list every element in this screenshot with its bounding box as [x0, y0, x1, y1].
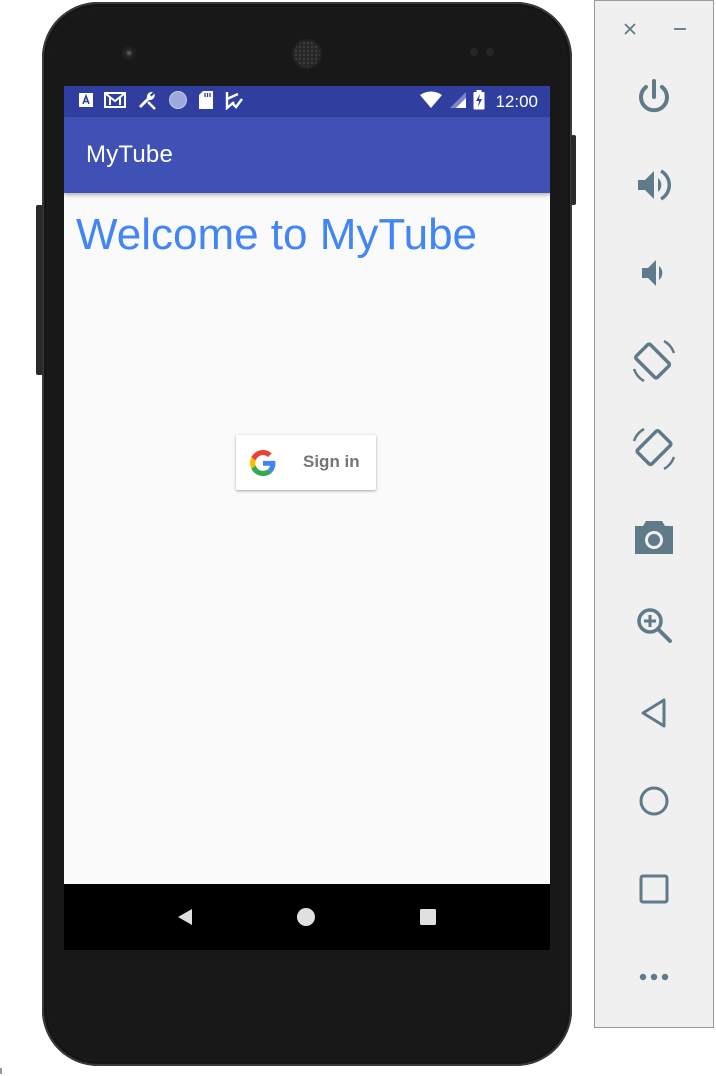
phone-side-button-left [36, 205, 43, 375]
navigation-bar [64, 884, 550, 950]
signal-icon [449, 91, 467, 113]
rotate-right-button[interactable] [630, 425, 678, 473]
nav-recents-button[interactable] [415, 904, 441, 930]
nav-back-button[interactable] [172, 904, 198, 930]
more-dots-icon [639, 973, 669, 981]
overview-button[interactable] [630, 865, 678, 913]
corner-mark [0, 1068, 2, 1074]
rotate-left-button[interactable] [630, 337, 678, 385]
device-screen: 12:00 MyTube Welcome to MyTube Sign in [64, 86, 550, 950]
gmail-icon [104, 91, 126, 113]
wifi-icon [419, 91, 443, 113]
app-bar: MyTube [64, 117, 550, 193]
wrench-icon [136, 89, 158, 115]
checklist-icon [224, 90, 244, 114]
home-circle-icon [297, 908, 315, 926]
google-logo-icon [250, 450, 276, 476]
google-sign-in-button[interactable]: Sign in [236, 435, 376, 490]
minimize-icon [674, 28, 686, 30]
window-minimize-button[interactable] [668, 17, 692, 41]
overview-square-outline-icon [639, 874, 669, 904]
sd-card-icon [198, 90, 214, 114]
sign-in-label: Sign in [303, 452, 360, 471]
status-time: 12:00 [495, 92, 538, 111]
a-icon [78, 92, 94, 112]
welcome-heading: Welcome to MyTube [76, 210, 478, 259]
emulator-toolbar [594, 0, 714, 1028]
zoom-in-icon [637, 608, 672, 643]
app-title: MyTube [86, 141, 174, 168]
back-triangle-outline-icon [641, 698, 666, 728]
front-camera [122, 46, 136, 60]
window-close-button[interactable] [618, 17, 642, 41]
nav-home-button[interactable] [293, 904, 319, 930]
circle-icon [168, 90, 188, 114]
zoom-button[interactable] [630, 601, 678, 649]
rotate-left-icon [632, 339, 676, 383]
volume-up-icon [638, 169, 671, 201]
home-button[interactable] [630, 777, 678, 825]
status-bar: 12:00 [64, 86, 550, 117]
proximity-sensor [470, 48, 478, 56]
light-sensor [486, 48, 494, 56]
volume-down-button[interactable] [630, 249, 678, 297]
power-button[interactable] [630, 73, 678, 121]
screenshot-button[interactable] [630, 513, 678, 561]
earpiece-speaker [294, 41, 320, 67]
home-circle-outline-icon [639, 786, 669, 816]
phone-side-button-right [571, 135, 576, 205]
rotate-right-icon [632, 427, 676, 471]
back-button[interactable] [630, 689, 678, 737]
camera-icon [635, 521, 673, 554]
more-button[interactable] [630, 953, 678, 1001]
volume-down-icon [642, 260, 663, 286]
recents-square-icon [420, 909, 436, 925]
system-icons: 12:00 [419, 90, 538, 114]
battery-charging-icon [473, 90, 485, 114]
back-triangle-icon [178, 909, 192, 925]
volume-up-button[interactable] [630, 161, 678, 209]
power-icon [639, 79, 669, 113]
notification-icons [78, 90, 244, 114]
close-icon [624, 23, 636, 35]
